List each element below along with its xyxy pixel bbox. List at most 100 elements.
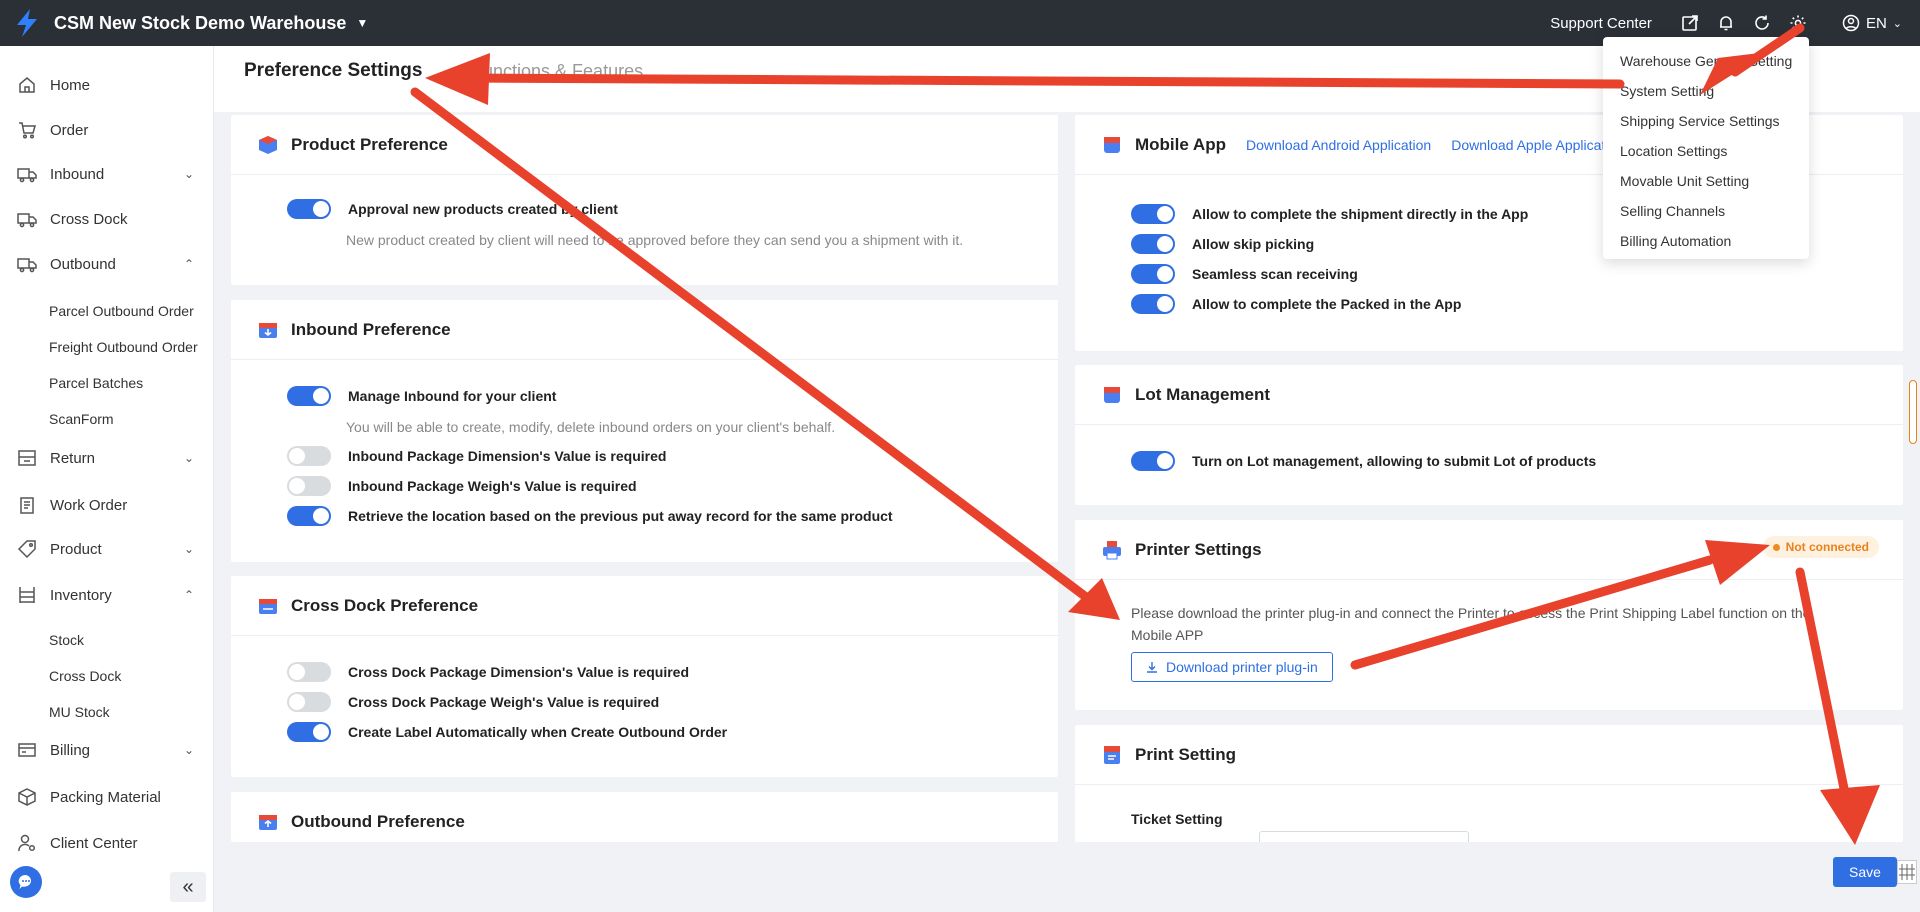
toggle-label: Inbound Package Dimension's Value is req… [348,448,667,464]
support-center-link[interactable]: Support Center [1550,15,1652,32]
sidebar-subitem-parcel-outbound[interactable]: Parcel Outbound Order [49,296,194,326]
sidebar-item-label: Work Order [50,496,128,514]
cube-icon [259,135,277,154]
sidebar-subitem-mu-stock[interactable]: MU Stock [49,697,110,727]
sidebar-item-label: Home [50,76,91,94]
scrollbar-thumb[interactable] [1909,380,1917,444]
manage-inbound-toggle[interactable] [287,386,331,406]
caret-down-icon[interactable]: ▼ [356,16,368,30]
card-header: Product Preference [231,115,1058,175]
menu-item-location-settings[interactable]: Location Settings [1603,136,1809,166]
sidebar-subitem-cross-dock[interactable]: Cross Dock [49,661,121,691]
tab-preference-settings[interactable]: Preference Settings [244,60,422,82]
menu-item-billing-automation[interactable]: Billing Automation [1603,226,1809,256]
sidebar-item-inventory[interactable]: Inventory ⌃ [0,577,214,613]
clipboard-icon [16,494,38,516]
seamless-scan-row: Seamless scan receiving [1131,264,1358,284]
card-title: Lot Management [1135,384,1271,404]
ticket-setting-label: Ticket Setting [1131,811,1223,827]
chevron-down-icon: ⌄ [183,167,194,181]
complete-packed-toggle[interactable] [1131,294,1175,314]
card-header: Inbound Preference [231,300,1058,360]
complete-shipment-row: Allow to complete the shipment directly … [1131,204,1528,224]
sidebar-item-cross-dock[interactable]: Cross Dock [0,201,214,237]
sidebar-item-home[interactable]: Home [0,67,214,103]
gear-icon[interactable] [1788,13,1808,33]
lot-toggle[interactable] [1131,451,1175,471]
shelf-icon [16,584,38,606]
create-label-toggle[interactable] [287,722,331,742]
card-title: Print Setting [1135,744,1237,764]
status-badge: Not connected [1762,536,1879,558]
card-icon [16,739,38,761]
collapse-sidebar-button[interactable]: « [170,872,206,902]
sidebar-item-label: Product [50,540,102,558]
sidebar-item-billing[interactable]: Billing ⌄ [0,732,214,768]
bell-icon[interactable] [1716,13,1736,33]
outbound-preference-card: Outbound Preference [231,792,1058,842]
sidebar-item-product[interactable]: Product ⌄ [0,531,214,567]
chevron-up-icon: ⌃ [183,588,194,602]
toggle-label: Create Label Automatically when Create O… [348,724,728,740]
refresh-icon[interactable] [1752,13,1772,33]
sidebar: Home Order Inbound ⌄ Cross Dock Outbound… [0,46,214,912]
truck-icon [16,253,38,275]
tab-functions-features[interactable]: Functions & Features [472,61,643,82]
menu-item-warehouse-general[interactable]: Warehouse General Setting [1603,46,1809,76]
skip-picking-toggle[interactable] [1131,234,1175,254]
crossdock-dimension-toggle[interactable] [287,662,331,682]
menu-item-movable-unit[interactable]: Movable Unit Setting [1603,166,1809,196]
card-header: Lot Management [1075,365,1903,425]
toggle-label: Cross Dock Package Weigh's Value is requ… [348,694,660,710]
logo-icon[interactable] [14,8,40,38]
download-apple-link[interactable]: Download Apple Applicati [1451,137,1608,153]
seamless-scan-toggle[interactable] [1131,264,1175,284]
approval-toggle[interactable] [287,199,331,219]
sidebar-subitem-scanform[interactable]: ScanForm [49,404,114,434]
toggle-label: Seamless scan receiving [1192,266,1358,282]
menu-item-selling-channels[interactable]: Selling Channels [1603,196,1809,226]
crossdock-weigh-toggle[interactable] [287,692,331,712]
sidebar-subitem-freight-outbound[interactable]: Freight Outbound Order [49,332,198,362]
sidebar-item-client-center[interactable]: Client Center [0,825,214,861]
sidebar-item-order[interactable]: Order [0,112,214,148]
sidebar-item-inbound[interactable]: Inbound ⌄ [0,156,214,192]
warehouse-name[interactable]: CSM New Stock Demo Warehouse [54,13,346,34]
sidebar-item-return[interactable]: Return ⌄ [0,440,214,476]
toggle-label: Retrieve the location based on the previ… [348,508,893,524]
menu-item-system-setting[interactable]: System Setting [1603,76,1809,106]
chat-bubble-icon[interactable] [10,866,42,898]
complete-shipment-toggle[interactable] [1131,204,1175,224]
toggle-hint: You will be able to create, modify, dele… [346,419,836,435]
printer-settings-card: Printer Settings Not connected Please do… [1075,520,1903,710]
sidebar-item-work-order[interactable]: Work Order [0,487,214,523]
retrieve-location-toggle[interactable] [287,506,331,526]
sidebar-subitem-parcel-batches[interactable]: Parcel Batches [49,368,143,398]
sidebar-item-outbound[interactable]: Outbound ⌃ [0,246,214,282]
save-button[interactable]: Save [1833,857,1897,887]
language-selector[interactable]: EN ⌄ [1842,14,1902,32]
inbound-weigh-row: Inbound Package Weigh's Value is require… [287,476,637,496]
chevron-down-icon: ⌄ [183,451,194,465]
inbound-preference-card: Inbound Preference Manage Inbound for yo… [231,300,1058,562]
ticket-setting-select[interactable] [1259,831,1469,842]
download-plugin-button[interactable]: Download printer plug-in [1131,652,1333,682]
language-label: EN [1865,14,1887,32]
export-icon[interactable] [1680,13,1700,33]
grid-icon[interactable] [1897,860,1917,884]
tag-icon [16,538,38,560]
download-android-link[interactable]: Download Android Application [1246,137,1431,153]
sidebar-subitem-stock[interactable]: Stock [49,625,84,655]
lot-icon [1104,386,1120,403]
chevron-down-icon: ⌄ [183,743,194,757]
cross-dock-preference-card: Cross Dock Preference Cross Dock Package… [231,576,1058,777]
card-title: Outbound Preference [291,812,465,831]
menu-item-shipping-service[interactable]: Shipping Service Settings [1603,106,1809,136]
inbound-weigh-toggle[interactable] [287,476,331,496]
lot-management-card: Lot Management Turn on Lot management, a… [1075,365,1903,505]
cart-icon [16,119,38,141]
download-plugin-label: Download printer plug-in [1166,659,1318,675]
inbound-dimension-toggle[interactable] [287,446,331,466]
sidebar-item-packing-material[interactable]: Packing Material [0,779,214,815]
printer-description: Please download the printer plug-in and … [1131,605,1811,643]
